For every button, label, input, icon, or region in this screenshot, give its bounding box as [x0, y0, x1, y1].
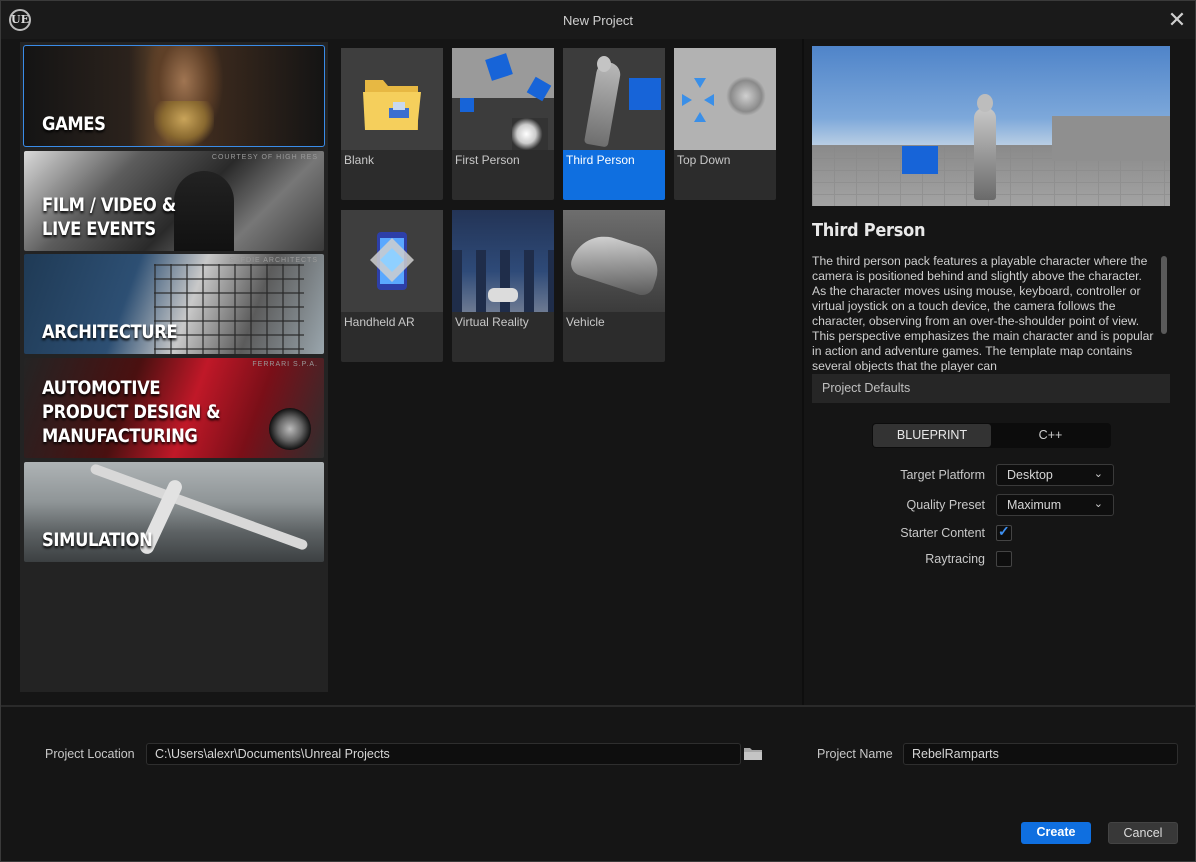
raytracing-label: Raytracing: [925, 552, 985, 566]
template-thumbnail: [674, 48, 776, 150]
project-location-label: Project Location: [45, 747, 135, 761]
template-third-person[interactable]: Third Person: [563, 48, 665, 200]
mannequin-image: [583, 60, 623, 148]
mannequin-head-image: [597, 56, 611, 72]
category-panel: GAMES COURTESY OF HIGH RES FILM / VIDEO …: [20, 42, 328, 692]
raytracing-checkbox[interactable]: [996, 551, 1012, 567]
template-vehicle[interactable]: Vehicle: [563, 210, 665, 362]
template-name: Virtual Reality: [455, 315, 529, 329]
blue-cube-image: [902, 146, 938, 174]
browse-folder-icon[interactable]: [744, 746, 762, 760]
category-label: ARCHITECTURE: [42, 321, 178, 343]
quality-preset-dropdown[interactable]: Maximum ⌄: [996, 494, 1114, 516]
blue-cube-image: [629, 78, 661, 110]
template-title: Third Person: [812, 220, 926, 241]
panel-divider: [802, 39, 804, 705]
cpp-button[interactable]: C++: [991, 424, 1110, 447]
image-credit: COURTESY OF HIGH RES: [211, 154, 318, 161]
category-architecture[interactable]: SAFDIE ARCHITECTS ARCHITECTURE: [24, 254, 324, 354]
template-thumbnail: [341, 210, 443, 312]
template-name: Blank: [344, 153, 375, 167]
checkmark-icon: ✓: [998, 523, 1010, 539]
template-blank[interactable]: Blank: [341, 48, 443, 200]
mannequin-head-image: [977, 94, 993, 112]
folder-icon: [363, 80, 421, 130]
project-defaults-header[interactable]: Project Defaults: [812, 374, 1170, 403]
category-automotive[interactable]: FERRARI S.P.A. AUTOMOTIVE PRODUCT DESIGN…: [24, 358, 324, 458]
project-name-input[interactable]: RebelRamparts: [903, 743, 1178, 765]
quality-preset-label: Quality Preset: [906, 498, 985, 512]
template-thumbnail: [563, 210, 665, 312]
close-icon[interactable]: ✕: [1167, 9, 1187, 31]
template-thumbnail: [452, 48, 554, 150]
project-location-input[interactable]: C:\Users\alexr\Documents\Unreal Projects: [146, 743, 741, 765]
category-simulation[interactable]: SIMULATION: [24, 462, 324, 562]
template-name: Top Down: [677, 153, 731, 167]
create-button[interactable]: Create: [1021, 822, 1091, 844]
template-description: The third person pack features a playabl…: [812, 254, 1154, 372]
film-people-image: [174, 171, 234, 251]
target-platform-value: Desktop: [1007, 468, 1053, 482]
blue-cube-image: [460, 98, 474, 112]
template-name: First Person: [455, 153, 520, 167]
vr-controller-image: [488, 288, 518, 302]
mannequin-image: [726, 76, 766, 116]
mannequin-image: [974, 108, 996, 200]
template-name: Vehicle: [566, 315, 605, 329]
template-thumbnail: [341, 48, 443, 150]
template-preview-image: [812, 46, 1170, 206]
window-title: New Project: [562, 13, 634, 28]
chevron-down-icon: ⌄: [1093, 468, 1103, 480]
blueprint-button[interactable]: BLUEPRINT: [873, 424, 991, 447]
language-toggle: BLUEPRINT C++: [872, 423, 1111, 448]
starter-content-label: Starter Content: [900, 526, 985, 540]
car-image: [567, 227, 665, 299]
template-virtual-reality[interactable]: Virtual Reality: [452, 210, 554, 362]
template-first-person[interactable]: First Person: [452, 48, 554, 200]
template-name: Handheld AR: [344, 315, 415, 329]
category-film-video[interactable]: COURTESY OF HIGH RES FILM / VIDEO & LIVE…: [24, 151, 324, 251]
bottom-divider: [1, 705, 1195, 707]
wall-image: [1052, 116, 1170, 161]
category-games[interactable]: GAMES: [23, 45, 325, 147]
cancel-button[interactable]: Cancel: [1108, 822, 1178, 844]
new-project-window: UE New Project ✕ GAMES COURTESY OF HIGH …: [0, 0, 1196, 862]
starter-content-checkbox[interactable]: ✓: [996, 523, 1012, 541]
wall-image: [452, 250, 554, 312]
phone-ar-icon: [370, 232, 414, 290]
project-name-label: Project Name: [817, 747, 893, 761]
template-thumbnail: [452, 210, 554, 312]
template-thumbnail: [563, 48, 665, 150]
image-credit: FERRARI S.P.A.: [252, 361, 318, 368]
quality-preset-value: Maximum: [1007, 498, 1062, 512]
car-wheel-image: [269, 408, 311, 450]
image-credit: SAFDIE ARCHITECTS: [229, 257, 318, 264]
template-handheld-ar[interactable]: Handheld AR: [341, 210, 443, 362]
template-name: Third Person: [566, 153, 635, 167]
category-label: GAMES: [42, 113, 106, 135]
chevron-down-icon: ⌄: [1093, 498, 1103, 510]
description-scrollbar[interactable]: [1161, 256, 1167, 334]
title-bar: UE New Project ✕: [1, 1, 1195, 39]
games-scarf-image: [154, 101, 214, 146]
category-label: AUTOMOTIVE PRODUCT DESIGN & MANUFACTURIN…: [42, 377, 221, 447]
category-label: FILM / VIDEO & LIVE EVENTS: [42, 194, 176, 240]
category-label: SIMULATION: [42, 529, 153, 551]
target-platform-dropdown[interactable]: Desktop ⌄: [996, 464, 1114, 486]
target-platform-label: Target Platform: [900, 468, 985, 482]
template-top-down[interactable]: Top Down: [674, 48, 776, 200]
gun-image: [512, 118, 548, 150]
